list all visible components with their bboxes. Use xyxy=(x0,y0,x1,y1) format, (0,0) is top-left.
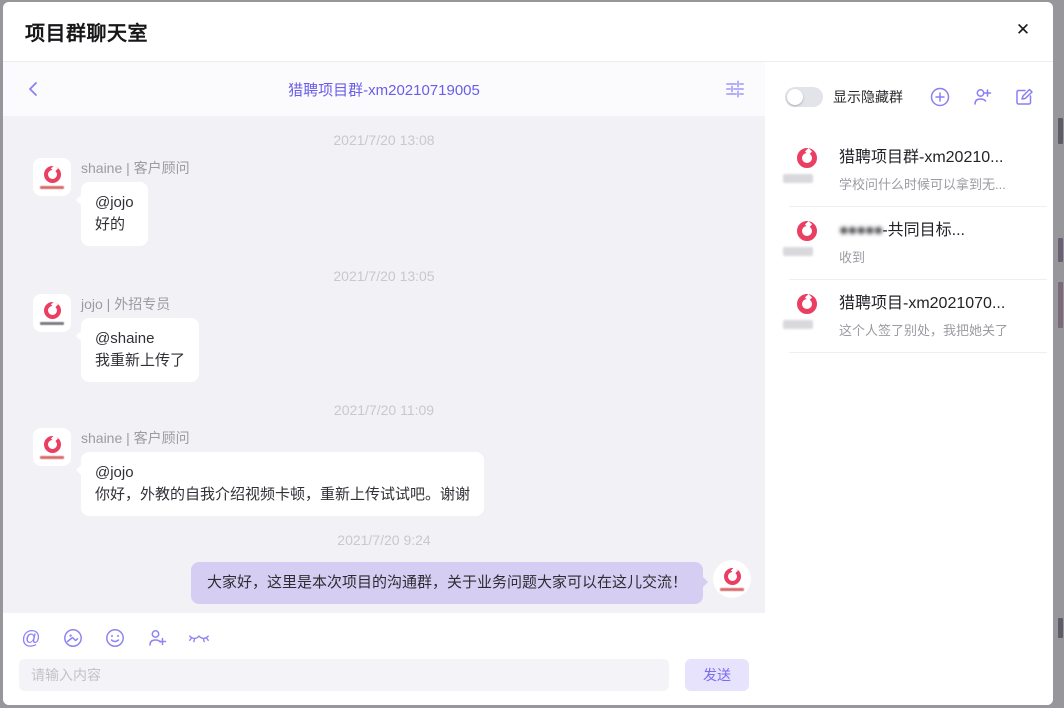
page-behind-edge xyxy=(1058,118,1063,144)
message-line: 你好，外教的自我介绍视频卡顿，重新上传试试吧。谢谢 xyxy=(95,484,470,506)
group-title-text: 猎聘项目-xm2021070... xyxy=(839,295,1005,312)
close-icon[interactable]: ✕ xyxy=(1009,16,1037,44)
brand-logo xyxy=(44,436,61,453)
group-last-message: 收到 xyxy=(839,247,965,266)
message-outgoing: 大家好，这里是本次项目的沟通群，关于业务问题大家可以在这儿交流！ xyxy=(3,560,765,604)
message-bubble: @jojo 好的 xyxy=(81,182,148,246)
message-line: @shaine xyxy=(95,328,185,350)
message-incoming: shaine | 客户顾问 @jojo 好的 xyxy=(3,158,765,246)
toggle-knob xyxy=(787,89,803,105)
compose-icon[interactable] xyxy=(1013,86,1035,108)
group-list-item[interactable]: 猎聘项目-xm2021070... 这个人签了别处，我把她关了 xyxy=(765,280,1053,352)
brand-logo-text xyxy=(720,588,744,591)
brand-logo xyxy=(44,166,61,183)
sender-name: shaine | 客户顾问 xyxy=(81,158,190,178)
message-line: 大家好，这里是本次项目的沟通群，关于业务问题大家可以在这儿交流！ xyxy=(207,572,687,594)
mention-icon[interactable]: @ xyxy=(19,626,43,650)
message-incoming: jojo | 外招专员 @shaine 我重新上传了 xyxy=(3,294,765,382)
send-button[interactable]: 发送 xyxy=(685,659,749,691)
brand-logo xyxy=(44,302,61,319)
group-title: ●●●●●-共同目标... xyxy=(839,220,965,242)
brand-logo-text xyxy=(40,456,64,459)
show-hidden-groups-toggle[interactable] xyxy=(785,87,823,107)
brand-logo xyxy=(797,148,817,168)
sender-name: shaine | 客户顾问 xyxy=(81,428,484,448)
group-title-text: 猎聘项目群-xm20210... xyxy=(839,149,1004,166)
avatar xyxy=(33,428,71,466)
page-title: 项目群聊天室 xyxy=(25,17,148,46)
sliders-icon[interactable] xyxy=(719,73,751,105)
group-list: 猎聘项目群-xm20210... 学校问什么时候可以拿到无... ●●●●●-共… xyxy=(765,134,1053,353)
avatar xyxy=(787,147,827,187)
add-member-icon[interactable] xyxy=(145,626,169,650)
toggle-label: 显示隐藏群 xyxy=(833,87,903,107)
modal-titlebar: 项目群聊天室 ✕ xyxy=(3,2,1053,62)
message-line: 好的 xyxy=(95,214,134,236)
message-bubble: 大家好，这里是本次项目的沟通群，关于业务问题大家可以在这儿交流！ xyxy=(191,562,703,604)
add-circle-icon[interactable] xyxy=(929,86,951,108)
message-bubble: @shaine 我重新上传了 xyxy=(81,318,199,382)
page-behind-edge xyxy=(1058,238,1063,262)
page-behind-edge xyxy=(1058,618,1063,638)
brand-logo xyxy=(724,568,741,585)
group-last-message: 学校问什么时候可以拿到无... xyxy=(839,174,1006,193)
group-title-text: -共同目标... xyxy=(882,222,965,239)
message-timestamp: 2021/7/20 13:05 xyxy=(3,268,765,286)
avatar xyxy=(787,293,827,333)
add-member-icon[interactable] xyxy=(971,86,993,108)
brand-logo-text xyxy=(783,247,813,256)
message-timestamp: 2021/7/20 9:24 xyxy=(3,532,765,550)
group-last-message: 这个人签了别处，我把她关了 xyxy=(839,320,1008,339)
group-title: 猎聘项目群-xm20210... xyxy=(839,147,1006,169)
avatar xyxy=(33,294,71,332)
chat-room-title: 猎聘项目群-xm20210719005 xyxy=(3,79,765,100)
group-list-item[interactable]: ●●●●●-共同目标... 收到 xyxy=(765,207,1053,279)
brand-logo-text xyxy=(783,174,813,183)
page-behind-edge xyxy=(1058,282,1063,328)
brand-logo xyxy=(797,221,817,241)
group-title: 猎聘项目-xm2021070... xyxy=(839,293,1008,315)
group-sidebar: 显示隐藏群 xyxy=(765,62,1053,705)
message-bubble: @jojo 你好，外教的自我介绍视频卡顿，重新上传试试吧。谢谢 xyxy=(81,452,484,516)
chat-header: 猎聘项目群-xm20210719005 xyxy=(3,62,765,116)
avatar xyxy=(787,220,827,260)
message-timestamp: 2021/7/20 13:08 xyxy=(3,132,765,150)
message-list: 2021/7/20 13:08 shaine | 客户顾问 @jojo 好的 xyxy=(3,116,765,613)
sidebar-header: 显示隐藏群 xyxy=(765,62,1053,108)
message-line: @jojo xyxy=(95,192,134,214)
message-incoming: shaine | 客户顾问 @jojo 你好，外教的自我介绍视频卡顿，重新上传试… xyxy=(3,428,765,516)
composer: @ xyxy=(3,613,765,705)
message-line: 我重新上传了 xyxy=(95,350,185,372)
brand-logo xyxy=(797,294,817,314)
page-behind-modal: 项目群聊天室 ✕ 猎聘项目群-xm20210719005 xyxy=(0,0,1064,708)
sender-name: jojo | 外招专员 xyxy=(81,294,199,314)
avatar xyxy=(33,158,71,196)
brand-logo-text xyxy=(40,186,64,189)
emoji-icon[interactable] xyxy=(103,626,127,650)
eyes-closed-icon[interactable] xyxy=(187,626,211,650)
group-list-item[interactable]: 猎聘项目群-xm20210... 学校问什么时候可以拿到无... xyxy=(765,134,1053,206)
divider xyxy=(789,352,1047,353)
brand-logo-text xyxy=(783,320,813,329)
message-input[interactable] xyxy=(19,659,669,691)
back-icon[interactable] xyxy=(19,62,47,116)
blurred-group-name: ●●●●● xyxy=(839,222,882,239)
chat-panel: 猎聘项目群-xm20210719005 2021/7/20 13:08 xyxy=(3,62,765,705)
message-timestamp: 2021/7/20 11:09 xyxy=(3,402,765,420)
message-line: @jojo xyxy=(95,462,470,484)
brand-logo-text xyxy=(40,322,64,325)
chat-room-modal: 项目群聊天室 ✕ 猎聘项目群-xm20210719005 xyxy=(3,2,1053,705)
image-icon[interactable] xyxy=(61,626,85,650)
avatar xyxy=(713,560,751,598)
